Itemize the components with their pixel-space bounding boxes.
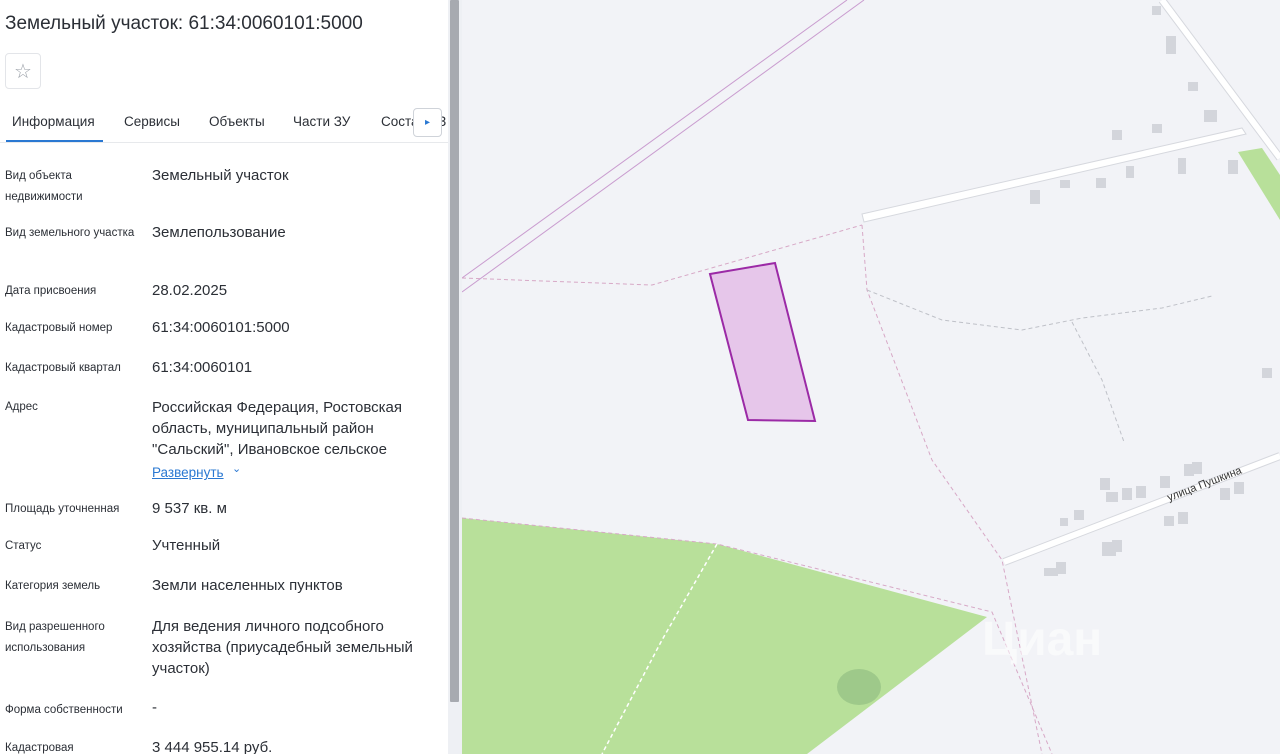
- building: [1060, 180, 1070, 188]
- building: [1112, 540, 1122, 552]
- selected-parcel: [708, 261, 817, 423]
- power-line: [462, 0, 865, 293]
- building: [1030, 190, 1040, 204]
- building: [1074, 510, 1084, 520]
- building: [1164, 516, 1174, 526]
- info-value: 61:34:0060101:5000: [152, 319, 290, 336]
- building: [1160, 476, 1170, 488]
- info-label: Адрес: [5, 401, 38, 413]
- building: [1100, 478, 1110, 490]
- building: [1188, 82, 1198, 91]
- building: [1152, 6, 1161, 15]
- tab-objects[interactable]: Объекты: [209, 114, 265, 129]
- info-value: Землепользование: [152, 224, 286, 241]
- power-line: [462, 0, 848, 279]
- building: [1178, 512, 1188, 524]
- building: [1192, 462, 1202, 474]
- building: [1178, 158, 1186, 174]
- building: [1056, 562, 1066, 574]
- map-canvas[interactable]: [462, 0, 1280, 754]
- favorite-button[interactable]: ☆: [5, 53, 41, 89]
- info-label: Категория земель: [5, 580, 101, 592]
- building: [1234, 482, 1244, 494]
- boundary-dashed: [462, 224, 863, 286]
- chevron-right-icon: ▸: [424, 117, 431, 128]
- building: [1262, 368, 1272, 378]
- green-area: [1238, 148, 1280, 220]
- info-value: 9 537 кв. м: [152, 500, 227, 517]
- info-label: Кадастровый номер: [5, 322, 113, 334]
- info-value: Российская Федерация, Ростовская область…: [152, 399, 402, 458]
- info-value: 61:34:0060101: [152, 359, 253, 376]
- path-dashed: [866, 289, 1213, 331]
- tab-services[interactable]: Сервисы: [124, 114, 180, 129]
- building: [1106, 492, 1118, 502]
- green-area: [462, 518, 987, 754]
- tabs-scroll-right-button[interactable]: ▸: [413, 108, 442, 137]
- info-value: Земли населенных пунктов: [152, 577, 343, 594]
- star-icon: ☆: [14, 60, 32, 83]
- building: [1136, 486, 1146, 498]
- building: [1096, 178, 1106, 188]
- tree-cluster: [837, 669, 881, 705]
- info-label: Вид разрешенного использования: [5, 621, 105, 654]
- tab-information[interactable]: Информация: [6, 114, 103, 142]
- road: [861, 127, 1247, 223]
- panel-scrollbar[interactable]: [448, 0, 462, 754]
- path-dashed: [1071, 321, 1125, 443]
- info-label: Вид объекта недвижимости: [5, 170, 83, 203]
- info-label: Вид земельного участка: [5, 227, 135, 239]
- info-label: Кадастровая: [5, 742, 74, 754]
- info-label: Дата присвоения: [5, 285, 97, 297]
- building: [1112, 130, 1122, 140]
- info-label: Статус: [5, 540, 42, 552]
- scrollbar-thumb[interactable]: [450, 0, 459, 702]
- info-value: 3 444 955.14 руб.: [152, 739, 273, 754]
- building: [1228, 160, 1238, 174]
- building: [1166, 36, 1176, 54]
- info-label: Форма собственности: [5, 704, 123, 716]
- building: [1060, 518, 1068, 526]
- tab-parts[interactable]: Части ЗУ: [293, 114, 350, 129]
- cian-watermark: Циан: [982, 613, 1103, 666]
- info-value: Учтенный: [152, 537, 221, 554]
- tab-bar: Информация Сервисы Объекты Части ЗУ Сост…: [0, 104, 448, 143]
- info-label: Площадь уточненная: [5, 503, 120, 515]
- building: [1044, 568, 1058, 576]
- info-value: -: [152, 699, 157, 716]
- building: [1122, 488, 1132, 500]
- expand-address-link[interactable]: Развернуть: [152, 465, 224, 480]
- info-value: Для ведения личного подсобного хозяйства…: [152, 618, 413, 677]
- building: [1152, 124, 1162, 133]
- info-label: Кадастровый квартал: [5, 362, 121, 374]
- building: [1126, 166, 1134, 178]
- building: [1204, 110, 1217, 122]
- chevron-down-icon[interactable]: ⌄: [232, 462, 241, 475]
- info-value: Земельный участок: [152, 167, 289, 184]
- building: [1220, 488, 1230, 500]
- info-value: 28.02.2025: [152, 282, 228, 299]
- map-view[interactable]: улица Пушкина Циан: [462, 0, 1280, 754]
- info-panel: Земельный участок: 61:34:0060101:5000 ☆ …: [0, 0, 448, 754]
- page-title: Земельный участок: 61:34:0060101:5000: [5, 13, 363, 34]
